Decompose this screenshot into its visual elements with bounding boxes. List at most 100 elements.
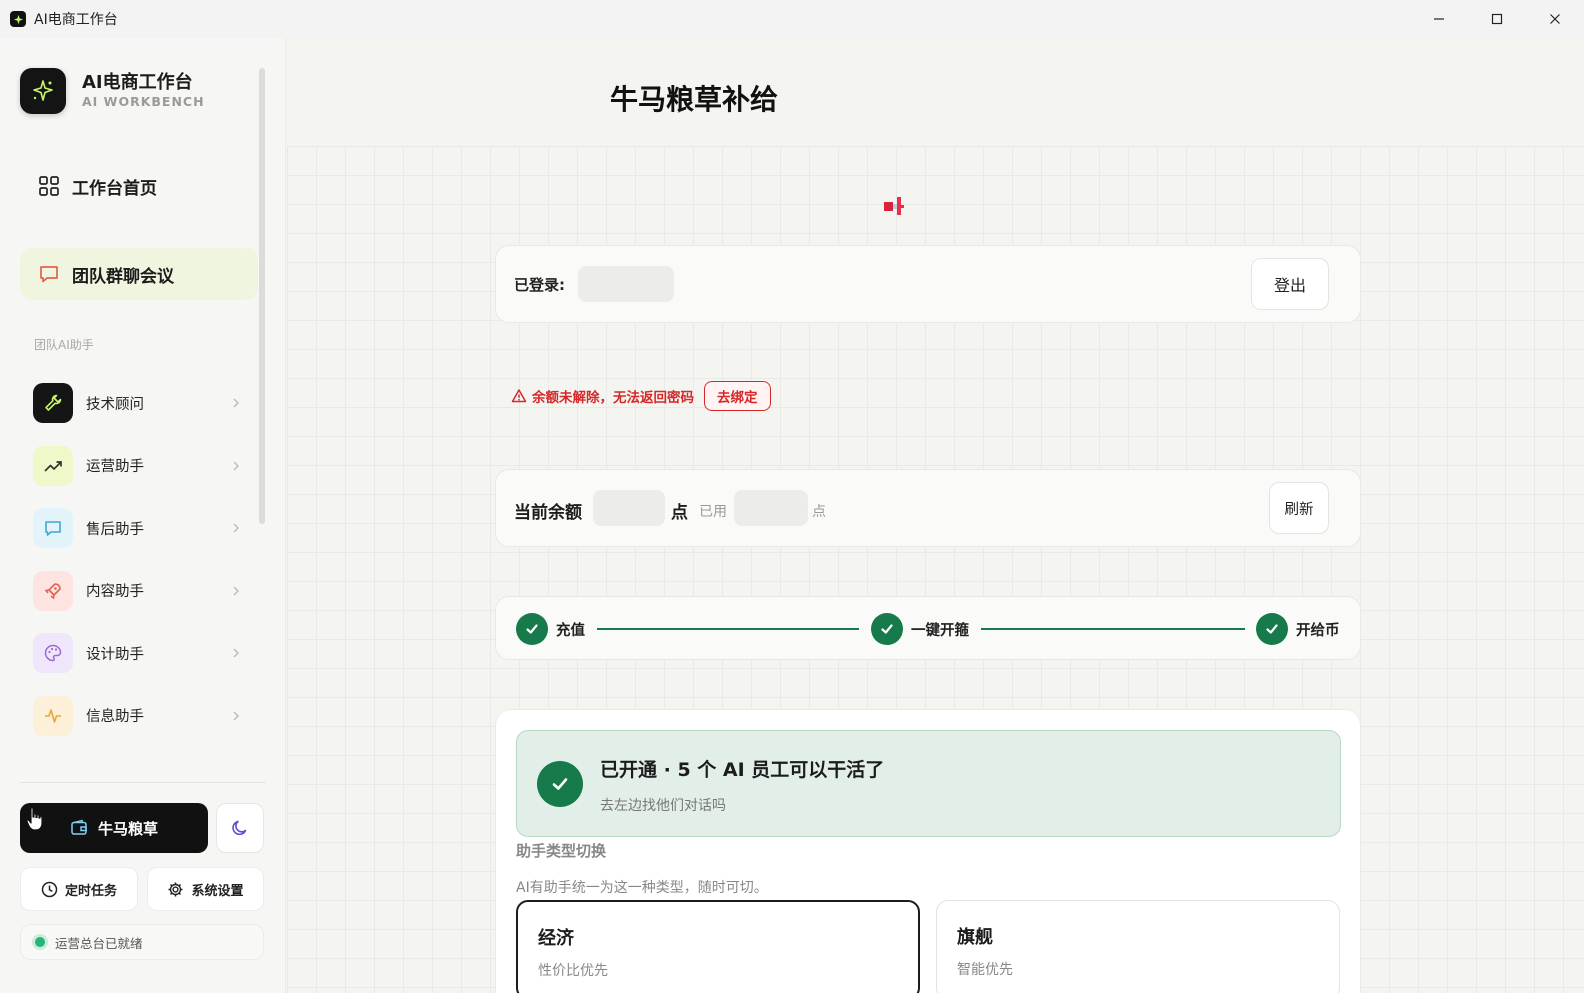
used-value-placeholder: [734, 490, 808, 526]
success-banner: 已开通 · 5 个 AI 员工可以干活了 去左边找他们对话吗: [516, 730, 1341, 837]
warning-message: 余额未解除，无法返回密码 去绑定: [511, 381, 771, 411]
brand-subtitle: AI WORKBENCH: [82, 94, 205, 109]
sidebar-item-label: 设计助手: [86, 646, 144, 663]
nav-item-team-chat-label: 团队群聊会议: [72, 266, 174, 287]
type-option-name: 经济: [538, 928, 574, 949]
status-text: 运营总台已就绪: [55, 935, 143, 951]
system-settings-button[interactable]: 系统设置: [147, 867, 264, 911]
main-content: 牛马粮草补给 已登录: 登出 余额未解除，无法返回密码 去绑定 当前余额 点 已…: [287, 38, 1584, 993]
grid-icon: [39, 176, 59, 196]
page-title: 牛马粮草补给: [610, 83, 779, 116]
type-option-desc: 智能优先: [957, 962, 1013, 978]
sidebar-item-content[interactable]: 内容助手: [20, 560, 258, 623]
type-option-name: 旗舰: [957, 927, 993, 948]
login-card: 已登录: 登出: [495, 245, 1361, 323]
step-recharge: 充值: [516, 613, 585, 645]
type-option-desc: 性价比优先: [538, 963, 608, 979]
gear-icon: [168, 882, 183, 896]
activation-panel: 已开通 · 5 个 AI 员工可以干活了 去左边找他们对话吗 助手类型切换 AI…: [495, 709, 1361, 993]
moon-icon: [232, 820, 247, 836]
hand-cursor-icon: [26, 807, 43, 831]
step-connector: [981, 628, 1245, 630]
check-icon: [1256, 613, 1288, 645]
sidebar-item-label: 售后助手: [86, 521, 144, 538]
app-icon: [10, 11, 26, 27]
brand: AI电商工作台 AI WORKBENCH: [20, 68, 205, 114]
chevron-right-icon: [233, 523, 239, 533]
sidebar-item-tech[interactable]: 技术顾问: [20, 372, 258, 435]
type-switch-desc: AI有助手统一为这一种类型，随时可切。: [516, 880, 768, 896]
balance-value-placeholder: [593, 490, 665, 526]
step-label: 充值: [556, 622, 585, 639]
sidebar-item-aftersales[interactable]: 售后助手: [20, 497, 258, 560]
window-controls: [1410, 0, 1584, 38]
window-title: AI电商工作台: [34, 12, 118, 28]
sidebar: AI电商工作台 AI WORKBENCH 工作台首页 团队群聊会议 团队AI助手…: [0, 38, 286, 993]
check-icon: [871, 613, 903, 645]
check-circle-icon: [537, 761, 583, 807]
success-title: 已开通 · 5 个 AI 员工可以干活了: [600, 759, 885, 781]
minimize-button[interactable]: [1410, 0, 1468, 38]
sidebar-scrollbar[interactable]: [259, 68, 265, 524]
chat-icon: [33, 508, 73, 549]
wallet-icon: [71, 819, 87, 835]
sidebar-item-design[interactable]: 设计助手: [20, 622, 258, 685]
rocket-icon: [33, 570, 73, 611]
close-icon: [1550, 14, 1560, 24]
success-subtitle: 去左边找他们对话吗: [600, 798, 726, 814]
scheduled-tasks-button[interactable]: 定时任务: [20, 867, 138, 911]
wrench-icon: [33, 383, 73, 424]
step-activate: 一键开箍: [871, 613, 969, 645]
warning-text: 余额未解除，无法返回密码: [532, 390, 694, 406]
status-dot-icon: [35, 937, 45, 947]
sidebar-item-label: 内容助手: [86, 584, 144, 601]
used-unit: 点: [812, 504, 826, 520]
bind-button[interactable]: 去绑定: [704, 381, 771, 411]
progress-steps: 充值 一键开箍 开给币: [495, 596, 1361, 660]
chevron-right-icon: [233, 398, 239, 408]
nav-item-home[interactable]: 工作台首页: [20, 160, 258, 212]
type-option-economy[interactable]: 经济 性价比优先: [516, 900, 920, 993]
theme-toggle-button[interactable]: [216, 803, 264, 853]
maximize-icon: [1491, 13, 1503, 25]
sidebar-item-label: 信息助手: [86, 709, 144, 726]
nav-item-home-label: 工作台首页: [72, 178, 157, 199]
balance-label: 当前余额: [514, 503, 582, 523]
close-button[interactable]: [1526, 0, 1584, 38]
chat-bubble-icon: [40, 266, 58, 283]
step-label: 开给币: [1296, 622, 1340, 639]
warning-triangle-icon: [511, 389, 527, 403]
assistant-list: 技术顾问 运营助手 售后助手 内容助手 设计助手 信息助手: [20, 372, 258, 747]
brand-name: AI电商工作台: [82, 72, 193, 93]
maximize-button[interactable]: [1468, 0, 1526, 38]
system-settings-label: 系统设置: [191, 883, 244, 899]
chevron-right-icon: [233, 648, 239, 658]
check-icon: [516, 613, 548, 645]
nav-item-team-chat[interactable]: 团队群聊会议: [20, 248, 258, 300]
logout-button[interactable]: 登出: [1251, 258, 1329, 310]
chevron-right-icon: [233, 711, 239, 721]
niuma-supply-button[interactable]: 牛马粮草: [20, 803, 208, 853]
chevron-right-icon: [233, 461, 239, 471]
trend-up-icon: [33, 445, 73, 486]
balance-unit: 点: [671, 503, 688, 523]
section-label-assistants: 团队AI助手: [34, 338, 94, 352]
sidebar-item-info[interactable]: 信息助手: [20, 685, 258, 748]
step-label: 一键开箍: [911, 622, 969, 639]
pulse-icon: [33, 695, 73, 736]
sidebar-item-label: 运营助手: [86, 459, 144, 476]
refresh-button[interactable]: 刷新: [1269, 482, 1329, 534]
balance-card: 当前余额 点 已用 点 刷新: [495, 469, 1361, 547]
scheduled-tasks-label: 定时任务: [64, 883, 117, 899]
type-option-flagship[interactable]: 旗舰 智能优先: [936, 900, 1340, 993]
title-bar: AI电商工作台: [0, 0, 1584, 38]
sidebar-item-label: 技术顾问: [86, 396, 144, 413]
login-label: 已登录:: [514, 276, 565, 294]
username-placeholder: [578, 266, 674, 302]
chevron-right-icon: [233, 586, 239, 596]
status-bar: 运营总台已就绪: [20, 924, 264, 960]
clock-icon: [41, 881, 58, 897]
mascot-icon: [884, 197, 904, 215]
step-coins: 开给币: [1256, 613, 1340, 645]
sidebar-item-operations[interactable]: 运营助手: [20, 435, 258, 498]
